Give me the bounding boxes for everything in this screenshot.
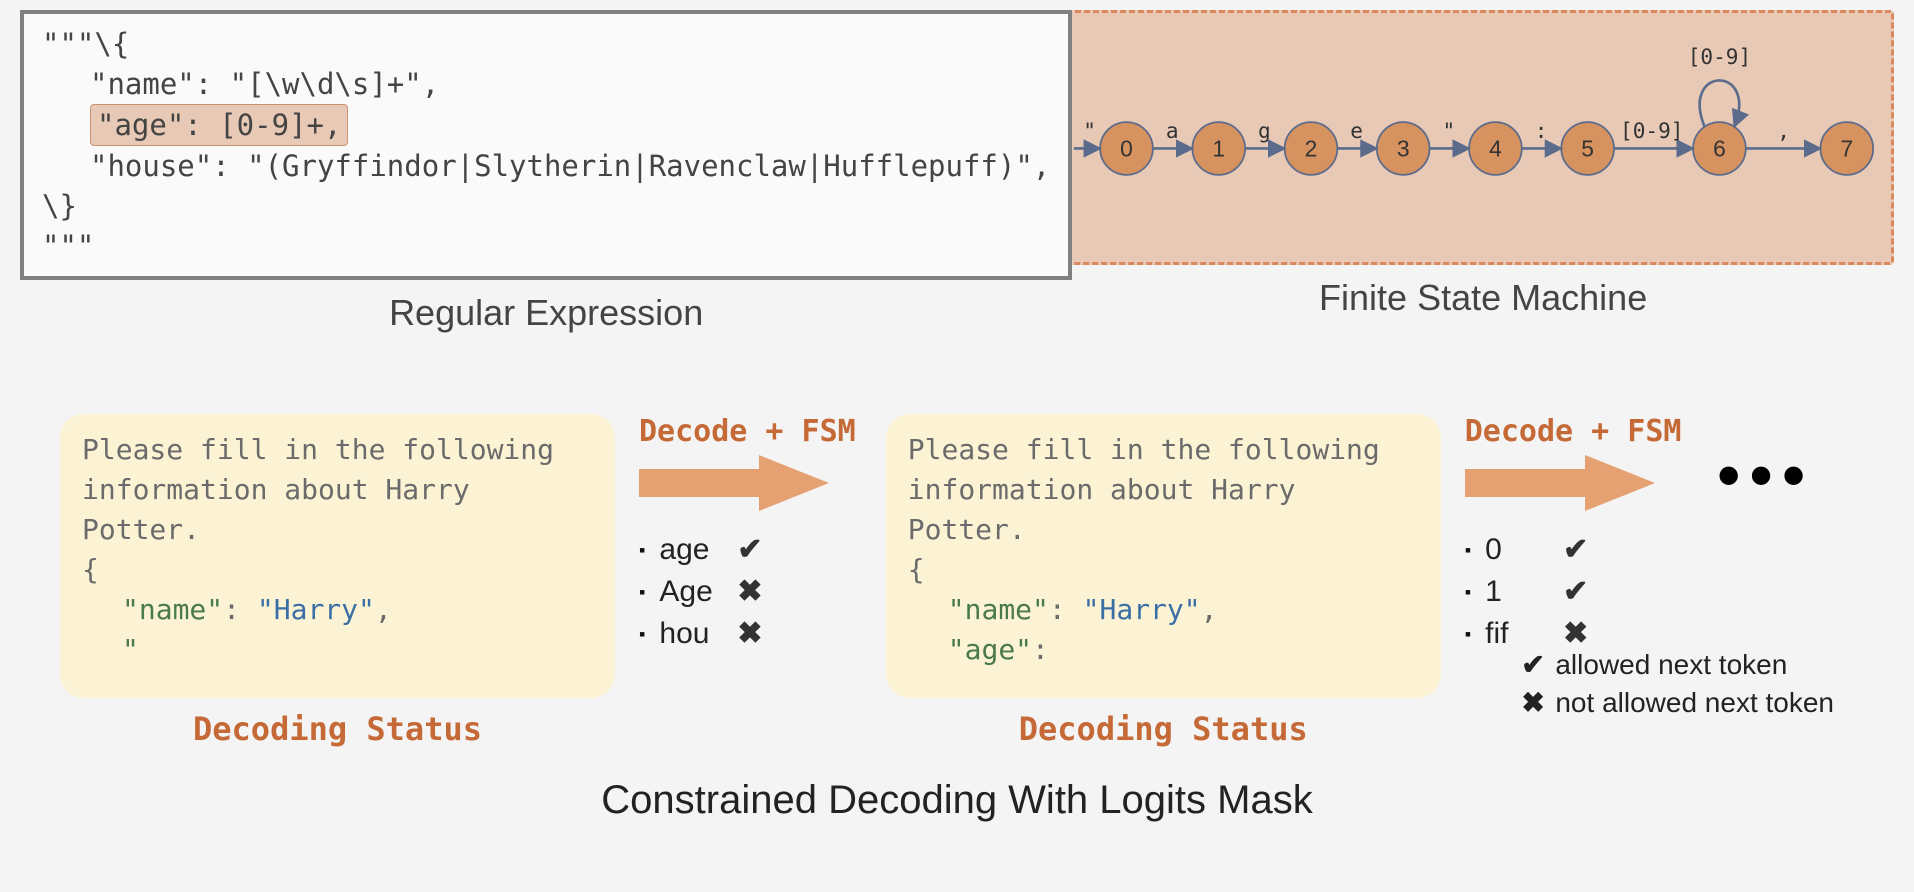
regex-title: Regular Expression [20, 292, 1072, 334]
svg-text:[0-9]: [0-9] [1688, 44, 1751, 69]
decoding-status-label-2: Decoding Status [1019, 710, 1308, 748]
svg-text:[0-9]: [0-9] [1620, 118, 1683, 143]
check-icon: ✔ [1521, 646, 1555, 684]
prompt-card-1: Please fill in the following information… [60, 414, 615, 698]
fsm-box: 0 1 2 3 4 5 6 7 [1062, 10, 1894, 265]
arrow-icon [639, 455, 829, 511]
svg-text:7: 7 [1841, 135, 1854, 161]
prompt2-key-age: "age" [948, 633, 1032, 666]
regex-line-2: "name": "[\w\d\s]+", [42, 64, 1050, 104]
legend-box: ✔allowed next token ✖not allowed next to… [1521, 646, 1834, 722]
regex-panel: """\{ "name": "[\w\d\s]+", "age": [0-9]+… [20, 10, 1072, 334]
prompt1-text-1: Please fill in the following [82, 430, 593, 470]
choice-list-2: 0✔ 1✔ fif✖ [1465, 529, 1589, 655]
transition-1: Decode + FSM age✔ Age✖ hou✖ [615, 414, 886, 655]
prompt2-text-1: Please fill in the following [908, 430, 1419, 470]
choice-item: 1✔ [1465, 571, 1589, 613]
cross-icon: ✖ [737, 613, 762, 655]
prompt1-brace-open: { [82, 550, 593, 590]
prompt2-val-name: "Harry" [1083, 593, 1201, 626]
prompt1-tail-quote: " [122, 633, 139, 666]
prompt-card-2: Please fill in the following information… [886, 414, 1441, 698]
regex-line-3: "age": [0-9]+, [42, 104, 1050, 146]
legend-allowed: allowed next token [1555, 646, 1787, 684]
arrow-icon [1465, 455, 1655, 511]
fsm-title: Finite State Machine [1072, 277, 1894, 319]
svg-text:0: 0 [1120, 135, 1133, 161]
svg-text:,: , [1777, 118, 1790, 143]
decode-fsm-label-1: Decode + FSM [639, 414, 856, 449]
svg-text:2: 2 [1305, 135, 1318, 161]
prompt2-text-2: information about Harry Potter. [908, 470, 1419, 550]
prompt2-key-name: "name" [948, 593, 1049, 626]
svg-text::: : [1535, 118, 1548, 143]
regex-line-6: """ [42, 226, 1050, 266]
transition-2: Decode + FSM 0✔ 1✔ fif✖ [1441, 414, 1712, 655]
main-title: Constrained Decoding With Logits Mask [0, 778, 1914, 823]
decoding-status-label-1: Decoding Status [193, 710, 482, 748]
svg-text:1: 1 [1213, 135, 1226, 161]
svg-text:a: a [1166, 118, 1179, 143]
cross-icon: ✖ [1521, 684, 1555, 722]
prompt1-text-2: information about Harry Potter. [82, 470, 593, 550]
svg-text:4: 4 [1489, 135, 1502, 161]
svg-text:g: g [1258, 118, 1271, 143]
prompt1-key-name: "name" [122, 593, 223, 626]
check-icon: ✔ [737, 529, 762, 571]
svg-text:e: e [1351, 118, 1364, 143]
choice-item: Age✖ [639, 571, 763, 613]
svg-text:5: 5 [1582, 135, 1595, 161]
regex-code-box: """\{ "name": "[\w\d\s]+", "age": [0-9]+… [20, 10, 1072, 280]
fsm-diagram: 0 1 2 3 4 5 6 7 [1065, 13, 1891, 262]
decoding-step-1: Please fill in the following information… [60, 414, 615, 748]
check-icon: ✔ [1563, 529, 1588, 571]
decode-fsm-label-2: Decode + FSM [1465, 414, 1682, 449]
cross-icon: ✖ [737, 571, 762, 613]
regex-age-highlight: "age": [0-9]+, [90, 104, 348, 146]
choice-list-1: age✔ Age✖ hou✖ [639, 529, 763, 655]
regex-line-1: """\{ [42, 24, 1050, 64]
regex-line-4: "house": "(Gryffindor|Slytherin|Ravencla… [42, 146, 1050, 186]
ellipsis-icon: ••• [1718, 438, 1815, 512]
prompt2-brace-open: { [908, 550, 1419, 590]
choice-item: hou✖ [639, 613, 763, 655]
choice-item: age✔ [639, 529, 763, 571]
top-panel: """\{ "name": "[\w\d\s]+", "age": [0-9]+… [0, 0, 1914, 334]
choice-item: 0✔ [1465, 529, 1589, 571]
regex-line-5: \} [42, 186, 1050, 226]
legend-not-allowed: not allowed next token [1555, 684, 1834, 722]
svg-text:3: 3 [1397, 135, 1410, 161]
decoding-step-2: Please fill in the following information… [886, 414, 1441, 748]
svg-text:": " [1443, 118, 1456, 143]
prompt1-val-name: "Harry" [257, 593, 375, 626]
check-icon: ✔ [1563, 571, 1588, 613]
fsm-panel: 0 1 2 3 4 5 6 7 [1072, 10, 1894, 319]
svg-text:6: 6 [1713, 135, 1726, 161]
svg-text:": " [1084, 118, 1097, 143]
